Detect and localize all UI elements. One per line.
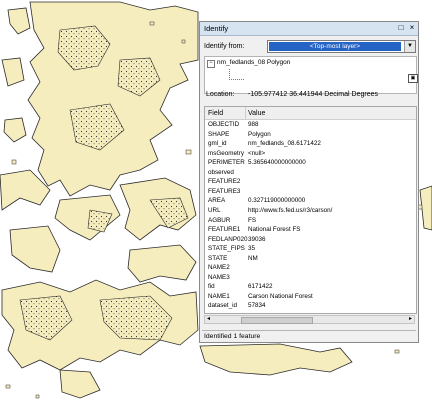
identify-from-select[interactable]: <Top-most layer> ▼ xyxy=(267,40,416,53)
location-row: Location: -105.977412 36.441944 Decimal … xyxy=(204,88,415,100)
column-header-field[interactable]: Field xyxy=(208,110,223,117)
table-row[interactable]: msGeometry <null> xyxy=(205,150,416,159)
table-row[interactable]: FEATURE1 National Forest FS xyxy=(205,226,416,235)
table-row[interactable]: NAME2 xyxy=(205,264,416,273)
row-value: 988 xyxy=(248,121,259,128)
tree-layer-item[interactable]: nm_fedlands_08 Polygon xyxy=(217,59,290,66)
table-row[interactable]: FEATURE3 xyxy=(205,188,416,197)
grid-header: Field Value xyxy=(205,107,416,120)
table-row[interactable]: observed xyxy=(205,169,416,178)
row-value: 5.365640000000000 xyxy=(248,159,306,167)
identify-from-value: <Top-most layer> xyxy=(269,42,401,51)
table-row[interactable]: STATE_FIPS 35 xyxy=(205,245,416,254)
row-field: AGBUR xyxy=(208,216,231,224)
tree-collapse-icon[interactable]: − xyxy=(207,60,215,68)
location-label: Location: xyxy=(206,91,235,98)
row-field: OBJECTID xyxy=(208,121,240,128)
window-titlebar[interactable]: Identify □ × xyxy=(200,22,418,36)
identify-from-label: Identify from: xyxy=(204,43,245,50)
table-row[interactable]: FEDLANP020 39036 xyxy=(205,236,416,245)
table-row[interactable]: AREA 0.327119000000000 xyxy=(205,197,416,206)
location-value: -105.977412 36.441944 Decimal Degrees xyxy=(248,91,378,98)
table-row[interactable]: OBJECTID 988 xyxy=(205,121,416,130)
table-row[interactable]: fid 6171422 xyxy=(205,283,416,292)
scrollbar-thumb[interactable] xyxy=(241,317,313,324)
table-row[interactable]: STATE NM xyxy=(205,255,416,264)
row-field: NAME3 xyxy=(208,273,230,281)
row-field: gml_id xyxy=(208,140,227,148)
row-field: STATE_FIPS xyxy=(208,245,245,253)
row-field: PERIMETER xyxy=(208,159,245,167)
row-value: National Forest FS xyxy=(248,226,301,234)
table-row[interactable]: gml_id nm_fedlands_08.6171422 xyxy=(205,140,416,149)
row-value: 0.327119000000000 xyxy=(248,197,306,205)
row-field: FEATURE2 xyxy=(208,178,241,186)
attributes-grid[interactable]: Field Value OBJECTID 988 SHAPE Polygon gml_i… xyxy=(204,106,417,314)
row-field: fid xyxy=(208,283,215,291)
close-icon[interactable]: × xyxy=(407,23,417,33)
column-header-value[interactable]: Value xyxy=(248,110,265,117)
table-row[interactable]: URL http://www.fs.fed.us/r3/carson/ xyxy=(205,207,416,216)
row-value: Carson National Forest xyxy=(248,292,313,300)
row-field: STATE xyxy=(208,254,228,262)
table-row[interactable]: SHAPE Polygon xyxy=(205,131,416,140)
table-row[interactable]: NAME1 Carson National Forest xyxy=(205,293,416,302)
row-value: 6171422 xyxy=(248,283,273,291)
row-field: NAME2 xyxy=(208,264,230,272)
status-bar: Identified 1 feature xyxy=(202,330,416,342)
row-field: NAME1 xyxy=(208,292,230,300)
scroll-left-icon[interactable]: ◂ xyxy=(207,316,210,323)
row-value: http://www.fs.fed.us/r3/carson/ xyxy=(248,206,333,214)
row-field: dataset_id xyxy=(208,302,238,310)
row-field: msGeometry xyxy=(208,149,245,157)
column-divider[interactable] xyxy=(245,107,246,119)
row-field: AREA xyxy=(208,197,226,205)
scroll-right-icon[interactable]: ▸ xyxy=(409,316,412,323)
row-field: SHAPE xyxy=(208,130,230,138)
identify-window[interactable]: Identify □ × Identify from: <Top-most la… xyxy=(199,21,419,343)
table-row[interactable]: dataset_id 57834 xyxy=(205,302,416,311)
row-field: URL xyxy=(208,206,221,214)
horizontal-scrollbar[interactable]: ◂ ▸ xyxy=(204,315,415,324)
tree-connector xyxy=(229,69,244,80)
table-row[interactable]: NAME3 xyxy=(205,274,416,283)
row-value: NM xyxy=(248,254,258,262)
status-text: Identified 1 feature xyxy=(204,333,261,340)
chevron-down-icon[interactable]: ▼ xyxy=(404,41,415,52)
row-value: 39036 xyxy=(248,235,266,243)
row-value: nm_fedlands_08.6171422 xyxy=(248,140,321,148)
table-row[interactable]: AGBUR FS xyxy=(205,217,416,226)
row-value: 57834 xyxy=(248,302,266,310)
table-row[interactable]: FEATURE2 xyxy=(205,178,416,187)
row-field: observed xyxy=(208,168,234,176)
row-field: FEATURE3 xyxy=(208,187,241,195)
panel-split-icon[interactable]: ▣ xyxy=(408,74,418,83)
table-row[interactable]: PERIMETER 5.365640000000000 xyxy=(205,159,416,168)
row-value: 35 xyxy=(248,245,256,253)
row-value: Polygon xyxy=(248,130,271,138)
row-field: FEATURE1 xyxy=(208,226,241,234)
row-value: FS xyxy=(248,216,257,224)
row-value: <null> xyxy=(248,149,266,157)
row-field: FEDLANP020 xyxy=(208,235,248,243)
restore-icon[interactable]: □ xyxy=(396,23,406,33)
window-title: Identify xyxy=(204,24,229,33)
